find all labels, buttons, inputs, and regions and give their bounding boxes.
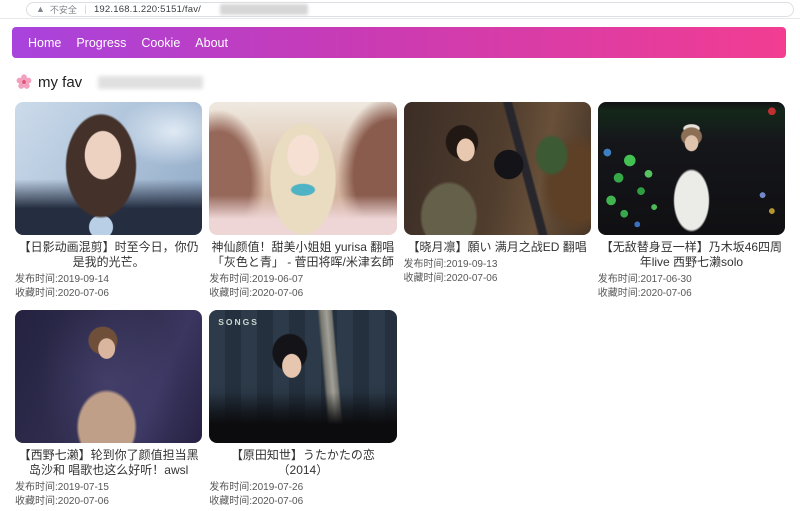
video-card: 【西野七濑】轮到你了颜值担当黑岛沙和 唱歌也这么好听！awsl 发布时间:201… [15,310,202,508]
publish-date: 2019-06-07 [252,274,303,285]
favorite-label: 收藏时间: [15,496,58,507]
publish-label: 发布时间: [404,259,447,270]
title-redacted-blur [98,76,203,89]
publish-date-line: 发布时间:2017-06-30 [598,273,785,287]
favorite-date-line: 收藏时间:2020-07-06 [15,287,202,301]
video-dates: 发布时间:2017-06-30 收藏时间:2020-07-06 [598,273,785,300]
nav-item-home[interactable]: Home [28,36,61,50]
video-dates: 发布时间:2019-06-07 收藏时间:2020-07-06 [209,273,396,300]
publish-date: 2019-07-15 [58,482,109,493]
video-dates: 发布时间:2019-09-14 收藏时间:2020-07-06 [15,273,202,300]
security-warning-label: 不安全 [50,3,77,16]
favorite-date-line: 收藏时间:2020-07-06 [598,287,785,301]
video-thumbnail[interactable] [404,102,591,235]
video-thumbnail[interactable] [15,102,202,235]
video-card: 【日影动画混剪】时至今日，你仍是我的光芒。 发布时间:2019-09-14 收藏… [15,102,202,300]
publish-date-line: 发布时间:2019-07-15 [15,481,202,495]
favorite-label: 收藏时间: [598,288,641,299]
publish-date: 2017-06-30 [641,274,692,285]
publish-date-line: 发布时间:2019-09-13 [404,258,591,272]
page-title: my fav [38,74,82,91]
url-redacted-blur [220,4,308,15]
publish-date-line: 发布时间:2019-09-14 [15,273,202,287]
cherry-blossom-icon [16,74,32,90]
navbar: Home Progress Cookie About [12,27,786,58]
songs-logo: SONGS [218,317,259,327]
publish-date: 2019-09-14 [58,274,109,285]
favorite-date-line: 收藏时间:2020-07-06 [15,495,202,509]
nav-item-cookie[interactable]: Cookie [141,36,180,50]
video-card: 【晓月凛】願い 满月之战ED 翻唱 发布时间:2019-09-13 收藏时间:2… [404,102,591,300]
favorite-date: 2020-07-06 [641,288,692,299]
page-header: my fav [16,73,800,91]
favorite-date: 2020-07-06 [252,496,303,507]
video-thumbnail[interactable] [598,102,785,235]
publish-date-line: 发布时间:2019-07-26 [209,481,396,495]
favorite-label: 收藏时间: [209,496,252,507]
favorite-date: 2020-07-06 [446,273,497,284]
publish-date: 2019-09-13 [446,259,497,270]
video-title[interactable]: 【原田知世】うたかたの恋（2014） [210,448,395,478]
publish-label: 发布时间: [209,274,252,285]
publish-date-line: 发布时间:2019-06-07 [209,273,396,287]
video-card: 【无敌替身豆一样】乃木坂46四周年live 西野七濑solo 发布时间:2017… [598,102,785,300]
video-dates: 发布时间:2019-07-26 收藏时间:2020-07-06 [209,481,396,508]
favorite-label: 收藏时间: [209,288,252,299]
publish-date: 2019-07-26 [252,482,303,493]
video-title[interactable]: 【西野七濑】轮到你了颜值担当黑岛沙和 唱歌也这么好听！awsl [16,448,201,478]
address-bar[interactable]: ▲ 不安全 192.168.1.220:5151/fav/ [26,2,794,17]
video-card: SONGS 【原田知世】うたかたの恋（2014） 发布时间:2019-07-26… [209,310,396,508]
video-dates: 发布时间:2019-09-13 收藏时间:2020-07-06 [404,258,591,285]
favorite-date-line: 收藏时间:2020-07-06 [209,495,396,509]
video-card: 神仙颜值！甜美小姐姐 yurisa 翻唱「灰色と青」 - 菅田将晖/米津玄師 发… [209,102,396,300]
not-secure-warning-icon: ▲ [36,5,45,14]
video-title[interactable]: 【晓月凛】願い 满月之战ED 翻唱 [405,240,590,255]
video-dates: 发布时间:2019-07-15 收藏时间:2020-07-06 [15,481,202,508]
video-title[interactable]: 【日影动画混剪】时至今日，你仍是我的光芒。 [16,240,201,270]
favorite-date: 2020-07-06 [252,288,303,299]
publish-label: 发布时间: [209,482,252,493]
video-thumbnail[interactable] [15,310,202,443]
favorites-grid: 【日影动画混剪】时至今日，你仍是我的光芒。 发布时间:2019-09-14 收藏… [0,102,800,508]
video-thumbnail[interactable] [209,102,396,235]
publish-label: 发布时间: [15,482,58,493]
nav-item-about[interactable]: About [195,36,228,50]
favorite-label: 收藏时间: [404,273,447,284]
video-title[interactable]: 神仙颜值！甜美小姐姐 yurisa 翻唱「灰色と青」 - 菅田将晖/米津玄師 [210,240,395,270]
publish-label: 发布时间: [598,274,641,285]
favorite-date-line: 收藏时间:2020-07-06 [209,287,396,301]
favorite-label: 收藏时间: [15,288,58,299]
favorite-date: 2020-07-06 [58,496,109,507]
video-thumbnail[interactable]: SONGS [209,310,396,443]
browser-chrome: ▲ 不安全 192.168.1.220:5151/fav/ [0,0,800,19]
favorite-date: 2020-07-06 [58,288,109,299]
omnibox-divider [85,5,86,14]
favorite-date-line: 收藏时间:2020-07-06 [404,272,591,286]
video-title[interactable]: 【无敌替身豆一样】乃木坂46四周年live 西野七濑solo [599,240,784,270]
url-text: 192.168.1.220:5151/fav/ [94,4,201,15]
nav-item-progress[interactable]: Progress [76,36,126,50]
publish-label: 发布时间: [15,274,58,285]
